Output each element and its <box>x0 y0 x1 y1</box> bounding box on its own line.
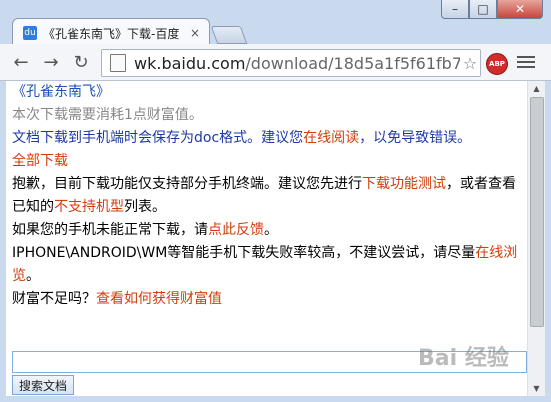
url-path: /download/18d5a1f5f61fb73 <box>245 53 460 73</box>
vertical-scrollbar[interactable]: ▲ ▼ <box>527 81 545 396</box>
baidu-jingyan-watermark: Bai 经验 <box>418 346 509 371</box>
feedback-pre: 如果您的手机未能正常下载，请 <box>12 222 208 238</box>
feedback-post: 。 <box>264 222 278 238</box>
chrome-menu-icon[interactable] <box>517 53 535 71</box>
doc-format-notice: 文档下载到手机端时会保存为doc格式。建议您在线阅读，以免导致错误。 <box>12 127 520 150</box>
unsupported-models-link[interactable]: 不支持机型 <box>54 199 124 215</box>
page-content: 《孔雀东南飞》 本次下载需要消耗1点财富值。 文档下载到手机端时会保存为doc格… <box>12 81 520 311</box>
browser-window: – □ ✕ du 《孔雀东南飞》下载-百度 × ← → ↻ wk.baidu.c… <box>0 0 551 402</box>
forward-button[interactable]: → <box>40 51 62 73</box>
url-text[interactable]: wk.baidu.com/download/18d5a1f5f61fb73 <box>134 54 460 73</box>
support-post: 列表。 <box>124 199 166 215</box>
address-bar[interactable]: wk.baidu.com/download/18d5a1f5f61fb73 ☆ <box>101 49 481 77</box>
download-test-link[interactable]: 下载功能测试 <box>362 176 446 192</box>
cost-notice: 本次下载需要消耗1点财富值。 <box>12 107 203 123</box>
os-pre: IPHONE\ANDROID\WM等智能手机下载失败率较高，不建议尝试，请尽量 <box>12 245 476 261</box>
tab-close-icon[interactable]: × <box>187 26 203 40</box>
new-tab-button[interactable] <box>210 26 248 44</box>
support-notice: 抱歉，目前下载功能仅支持部分手机终端。建议您先进行下载功能测试，或者查看已知的不… <box>12 173 520 219</box>
tab-title: 《孔雀东南飞》下载-百度 <box>43 26 180 41</box>
doc-title-link[interactable]: 《孔雀东南飞》 <box>12 84 110 100</box>
browser-toolbar: ← → ↻ wk.baidu.com/download/18d5a1f5f61f… <box>0 44 551 81</box>
online-read-link[interactable]: 在线阅读 <box>303 130 359 146</box>
menu-bar-3 <box>517 66 535 68</box>
bookmark-star-icon[interactable]: ☆ <box>460 54 480 73</box>
scroll-up-icon[interactable]: ▲ <box>528 81 545 96</box>
wealth-help-link[interactable]: 查看如何获得财富值 <box>96 291 222 307</box>
scroll-down-icon[interactable]: ▼ <box>528 381 545 396</box>
wealth-notice: 财富不足吗？查看如何获得财富值 <box>12 288 520 311</box>
os-post: 。 <box>26 268 40 284</box>
feedback-notice: 如果您的手机未能正常下载，请点此反馈。 <box>12 219 520 242</box>
back-button[interactable]: ← <box>10 51 32 73</box>
adblock-plus-icon[interactable]: ABP <box>486 53 508 75</box>
baidu-favicon-icon: du <box>23 26 37 40</box>
doc-notice-pre: 文档下载到手机端时会保存为doc格式。建议您 <box>12 130 304 146</box>
download-all-link[interactable]: 全部下载 <box>12 153 68 169</box>
reload-button[interactable]: ↻ <box>70 51 92 73</box>
tab-strip: du 《孔雀东南飞》下载-百度 × <box>0 16 551 47</box>
scroll-thumb[interactable] <box>530 97 544 327</box>
menu-bar-1 <box>517 56 535 58</box>
wealth-pre: 财富不足吗？ <box>12 291 96 307</box>
support-pre: 抱歉，目前下载功能仅支持部分手机终端。建议您先进行 <box>12 176 362 192</box>
os-notice: IPHONE\ANDROID\WM等智能手机下载失败率较高，不建议尝试，请尽量在… <box>12 242 520 288</box>
feedback-link[interactable]: 点此反馈 <box>208 222 264 238</box>
search-docs-button[interactable]: 搜索文档 <box>12 375 74 395</box>
url-host: wk.baidu.com <box>134 53 246 73</box>
doc-notice-post: ，以免导致错误。 <box>359 130 472 146</box>
page-icon <box>110 54 126 72</box>
tab-active[interactable]: du 《孔雀东南飞》下载-百度 × <box>12 18 210 47</box>
menu-bar-2 <box>517 61 535 63</box>
